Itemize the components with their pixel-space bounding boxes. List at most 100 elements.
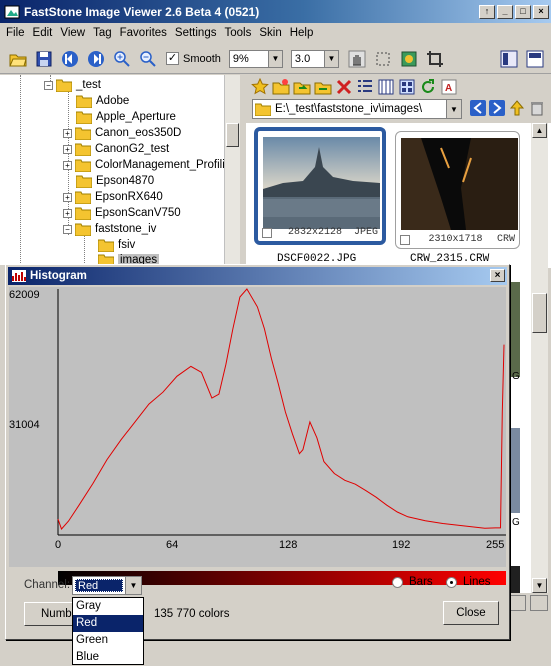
menu-help[interactable]: Help [286,27,318,39]
select-rect-icon[interactable] [371,47,395,71]
menu-view[interactable]: View [56,27,89,39]
channel-option-blue[interactable]: Blue [73,649,143,666]
maximize-button[interactable]: □ [515,4,531,19]
menu-tools[interactable]: Tools [220,27,255,39]
collapse-icon[interactable]: − [63,224,72,234]
close-icon[interactable]: × [490,269,505,282]
channel-option-green[interactable]: Green [73,632,143,649]
tree-item[interactable]: Adobe [76,93,129,109]
app-titlebar: FastStone Image Viewer 2.6 Beta 4 (0521)… [0,0,551,23]
zoom-out-icon[interactable] [136,47,160,71]
thumbnail-view-icon[interactable] [398,78,416,96]
tree-item[interactable]: + EpsonRX640 [63,189,163,205]
tree-item[interactable]: + ColorManagement_Profilin [63,157,231,173]
expand-icon[interactable]: + [63,128,72,138]
radio-dot[interactable] [392,576,403,588]
delete-icon[interactable] [335,78,353,96]
tree-scrollbar[interactable] [224,75,240,265]
expand-icon[interactable]: + [63,144,72,154]
scroll-thumb[interactable] [532,293,547,333]
tree-item-label: Canon_eos350D [95,127,182,139]
crop-icon[interactable] [423,47,447,71]
layout-browser-icon[interactable] [497,47,521,71]
move-folder-icon[interactable] [314,78,332,96]
collapse-icon[interactable]: − [44,80,53,90]
thumbnail-scrollbar[interactable]: ▲ ▼ [531,123,548,593]
folder-icon [75,143,91,156]
histogram-dialog: Histogram × 62009 31004 0 64 128 192 255… [5,264,510,640]
next-icon[interactable] [84,47,108,71]
chevron-down-icon[interactable]: ▼ [125,577,141,594]
mode-bars-radio[interactable]: Bars [392,576,433,588]
scroll-down-icon[interactable]: ▼ [532,578,547,593]
thumbnail-card-selected[interactable]: 2832x2128 JPEG [254,127,386,245]
tree-item[interactable]: − _test [44,77,101,93]
close-button[interactable]: Close [443,601,499,625]
scroll-up-icon[interactable]: ▲ [532,123,547,138]
menu-favorites[interactable]: Favorites [116,27,171,39]
channel-option-gray[interactable]: Gray [73,598,143,615]
tree-item[interactable]: fsiv [98,237,135,253]
gamma-select[interactable]: 3.0 ▼ [290,49,339,68]
forward-arrow-icon[interactable] [489,100,505,116]
menu-skin[interactable]: Skin [255,27,285,39]
refresh-icon[interactable] [419,78,437,96]
menu-settings[interactable]: Settings [171,27,221,39]
chevron-down-icon[interactable]: ▼ [323,50,338,67]
expand-icon[interactable]: + [63,208,72,218]
menu-edit[interactable]: Edit [29,27,57,39]
previous-icon[interactable] [58,47,82,71]
histogram-title: Histogram [30,270,87,282]
tree-item[interactable]: Apple_Aperture [76,109,176,125]
tree-item-label: faststone_iv [95,223,157,235]
open-folder-icon[interactable] [6,47,30,71]
back-arrow-icon[interactable] [470,100,486,116]
channel-value: Red [75,579,123,592]
radio-dot-selected[interactable] [446,576,457,588]
up-folder-icon[interactable] [509,100,525,116]
expand-icon[interactable]: + [63,160,72,170]
zoom-select[interactable]: 9% ▼ [228,49,283,68]
layout-thumbs-icon[interactable] [523,47,547,71]
sort-icon[interactable]: A [440,78,458,96]
smooth-toggle[interactable]: ✓ Smooth [166,52,221,65]
tree-item[interactable]: Epson4870 [76,173,154,189]
tree-item[interactable]: + Canon_eos350D [63,125,181,141]
channel-select[interactable]: Red ▼ [72,576,142,595]
mode-lines-radio[interactable]: Lines [446,576,491,588]
thumbnail-checkbox[interactable] [400,234,410,245]
thumbnail-card[interactable]: 2310x1718 CRW [395,131,520,249]
details-view-icon[interactable] [356,78,374,96]
scroll-thumb[interactable] [226,123,239,147]
menu-tag[interactable]: Tag [89,27,116,39]
app-icon [4,5,20,18]
tree-item-label: ColorManagement_Profilin [95,159,232,171]
close-window-button[interactable]: × [533,4,549,19]
copy-folder-icon[interactable] [293,78,311,96]
tree-item[interactable]: + EpsonScanV750 [63,205,181,221]
recycle-bin-icon[interactable] [529,100,545,116]
minimize-button[interactable]: _ [497,4,513,19]
smooth-checkbox[interactable]: ✓ [166,52,179,65]
star-icon[interactable] [251,78,269,96]
hand-tool-icon[interactable] [345,47,369,71]
new-folder-icon[interactable] [272,78,290,96]
thumbnail-checkbox[interactable] [262,227,272,238]
tree-item[interactable]: − faststone_iv [63,221,156,237]
restore-up-button[interactable]: ↑ [479,4,495,19]
expand-icon[interactable]: + [63,192,72,202]
path-combo[interactable]: E:\_test\faststone_iv\images\ ▼ [252,99,462,119]
thumbnail-image [401,138,518,230]
menu-bar: File Edit View Tag Favorites Settings To… [0,23,551,42]
channel-option-red[interactable]: Red [73,615,143,632]
save-icon[interactable] [32,47,56,71]
x-tick-label: 255 [486,539,505,551]
list-view-icon[interactable] [377,78,395,96]
chevron-down-icon[interactable]: ▼ [446,100,461,118]
chevron-down-icon[interactable]: ▼ [267,50,282,67]
menu-file[interactable]: File [2,27,29,39]
zoom-in-icon[interactable] [110,47,134,71]
tree-item[interactable]: + CanonG2_test [63,141,169,157]
slideshow-icon[interactable] [397,47,421,71]
side-letter: G [512,517,520,528]
